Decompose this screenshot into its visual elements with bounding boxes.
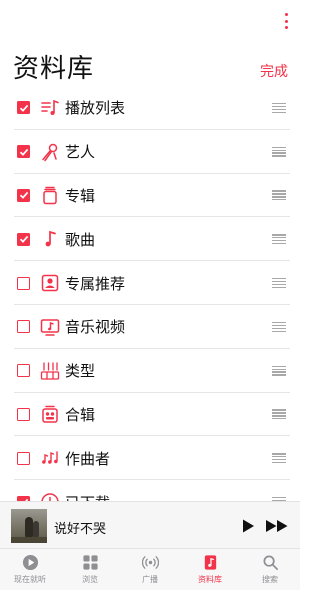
list-item-label: 艺人 bbox=[65, 143, 96, 162]
grid-icon bbox=[82, 555, 98, 570]
tab-radio[interactable]: 广播 bbox=[120, 549, 180, 590]
microphone-icon bbox=[40, 142, 60, 162]
list-item-made-for-you[interactable]: 专属推荐 bbox=[0, 261, 300, 305]
genre-icon bbox=[40, 361, 60, 381]
next-track-button[interactable] bbox=[265, 518, 289, 534]
done-button[interactable]: 完成 bbox=[260, 61, 288, 81]
tab-library[interactable]: 资料库 bbox=[180, 549, 240, 590]
checkbox[interactable] bbox=[17, 364, 30, 378]
list-item-label: 歌曲 bbox=[65, 230, 96, 249]
checkbox[interactable] bbox=[17, 320, 30, 334]
checkbox[interactable] bbox=[17, 145, 30, 159]
checkbox[interactable] bbox=[17, 232, 30, 246]
tab-listen-now[interactable]: 现在就听 bbox=[0, 549, 60, 590]
drag-handle[interactable] bbox=[272, 234, 286, 245]
checkbox[interactable] bbox=[17, 101, 30, 115]
drag-handle[interactable] bbox=[272, 190, 286, 201]
radio-waves-icon bbox=[141, 556, 159, 569]
list-item-music-videos[interactable]: 音乐视频 bbox=[0, 305, 300, 349]
search-icon bbox=[263, 555, 278, 570]
list-item-label: 专辑 bbox=[65, 186, 96, 205]
tab-browse[interactable]: 浏览 bbox=[60, 549, 120, 590]
more-vertical-icon bbox=[284, 13, 288, 16]
list-item-label: 专属推荐 bbox=[65, 274, 126, 293]
tab-label: 广播 bbox=[142, 575, 158, 584]
playlist-icon bbox=[40, 98, 60, 118]
list-item-label: 作曲者 bbox=[65, 449, 111, 468]
library-category-list: 播放列表 艺人 专辑 歌曲 专属推荐 音乐视频 类型 合辑 作曲者 bbox=[0, 86, 300, 524]
drag-handle[interactable] bbox=[272, 321, 286, 332]
list-item-compilations[interactable]: 合辑 bbox=[0, 393, 300, 437]
library-note-icon bbox=[204, 555, 216, 570]
tv-music-icon bbox=[40, 317, 60, 337]
tab-bar: 现在就听 浏览 广播 资料库 搜索 bbox=[0, 548, 300, 590]
list-item-artists[interactable]: 艺人 bbox=[0, 130, 300, 174]
list-item-playlists[interactable]: 播放列表 bbox=[0, 86, 300, 130]
list-item-songs[interactable]: 歌曲 bbox=[0, 217, 300, 261]
drag-handle[interactable] bbox=[272, 409, 286, 420]
checkmark-icon bbox=[19, 104, 28, 112]
album-stack-icon bbox=[40, 185, 60, 205]
checkbox[interactable] bbox=[17, 407, 30, 421]
more-options-button[interactable] bbox=[280, 11, 292, 31]
person-square-icon bbox=[40, 273, 60, 293]
checkbox[interactable] bbox=[17, 276, 30, 290]
drag-handle[interactable] bbox=[272, 146, 286, 157]
now-playing-title[interactable]: 说好不哭 bbox=[54, 518, 106, 537]
composer-notes-icon bbox=[40, 448, 60, 468]
list-item-label: 合辑 bbox=[65, 405, 96, 424]
tab-label: 现在就听 bbox=[14, 575, 46, 584]
checkbox[interactable] bbox=[17, 188, 30, 202]
drag-handle[interactable] bbox=[272, 102, 286, 113]
list-item-genres[interactable]: 类型 bbox=[0, 349, 300, 393]
checkmark-icon bbox=[19, 236, 28, 244]
mini-player[interactable]: 说好不哭 bbox=[0, 501, 300, 548]
tab-label: 资料库 bbox=[198, 575, 222, 584]
tab-label: 搜索 bbox=[262, 575, 278, 584]
play-circle-icon bbox=[22, 554, 38, 571]
drag-handle[interactable] bbox=[272, 365, 286, 376]
list-item-label: 类型 bbox=[65, 362, 96, 381]
play-button[interactable] bbox=[240, 518, 256, 534]
drag-handle[interactable] bbox=[272, 278, 286, 289]
forward-icon bbox=[266, 520, 288, 532]
checkmark-icon bbox=[19, 192, 28, 200]
list-item-label: 播放列表 bbox=[65, 99, 126, 118]
compilation-icon bbox=[40, 404, 60, 424]
list-item-label: 音乐视频 bbox=[65, 318, 126, 337]
album-artwork[interactable] bbox=[11, 509, 47, 543]
tab-search[interactable]: 搜索 bbox=[240, 549, 300, 590]
music-note-icon bbox=[40, 229, 60, 249]
library-screen: 资料库 完成 播放列表 艺人 专辑 歌曲 专属推荐 音乐视频 类型 合辑 作曲者… bbox=[0, 0, 300, 590]
list-item-composers[interactable]: 作曲者 bbox=[0, 436, 300, 480]
play-icon bbox=[243, 519, 254, 533]
tab-label: 浏览 bbox=[82, 575, 98, 584]
page-title: 资料库 bbox=[13, 54, 95, 84]
checkmark-icon bbox=[19, 148, 28, 156]
checkbox[interactable] bbox=[17, 451, 30, 465]
drag-handle[interactable] bbox=[272, 453, 286, 464]
list-item-albums[interactable]: 专辑 bbox=[0, 174, 300, 218]
